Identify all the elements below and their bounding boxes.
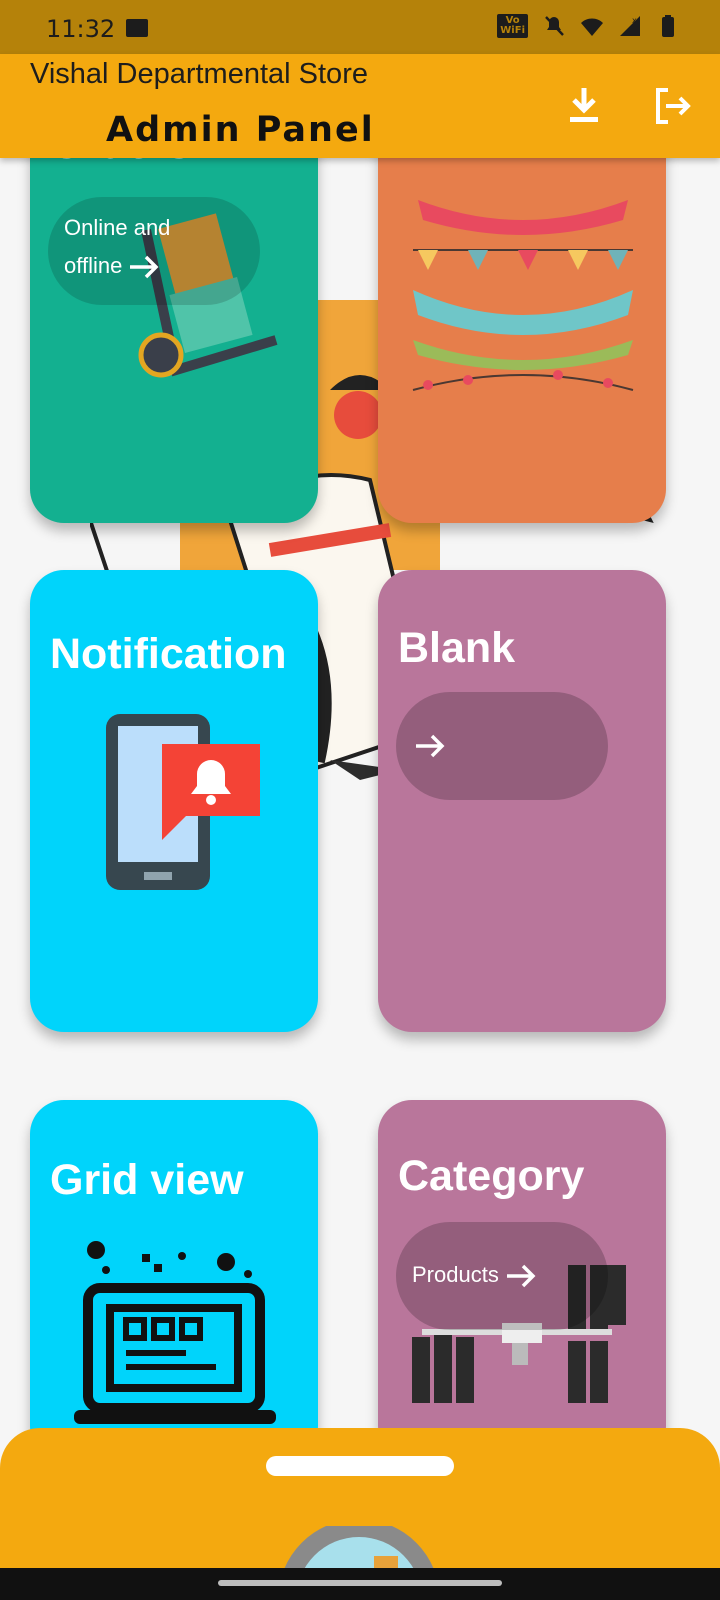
signal-icon: x [620,16,640,36]
blank-open-button[interactable] [396,692,608,800]
battery-icon [662,15,674,37]
status-icons: Vo WiFi x [497,14,680,38]
category-card[interactable]: Category Products [378,1100,666,1460]
grid-view-card[interactable]: Grid view [30,1100,318,1460]
card-title: Blank [398,624,516,672]
home-gesture-handle[interactable] [218,1580,502,1586]
vowifi-icon: Vo WiFi [497,14,528,38]
notification-card[interactable]: Notification [30,570,318,1032]
svg-text:x: x [632,16,637,25]
status-bar: 11:32 Vo WiFi x [0,0,720,54]
laptop-grid-icon [74,1241,276,1424]
status-time: 11:32 [46,15,116,43]
card-title: Grid view [50,1156,244,1204]
page-title: Admin Panel [106,110,375,150]
gallery-notification-icon [126,19,148,37]
bunting-decoration-icon [412,200,634,391]
mute-icon [545,16,564,36]
orders-card[interactable]: Orders Online and offline [30,110,318,523]
system-nav-bar [0,1568,720,1600]
phone-notification-icon [106,714,260,890]
orders-online-offline-button[interactable]: Online and offline [48,197,260,305]
store-name: Vishal Departmental Store [30,58,368,90]
blank-card[interactable]: Blank [378,570,666,1032]
arrow-right-icon [506,1264,536,1288]
arrow-right-icon [416,734,445,758]
app-bar: Vishal Departmental Store Admin Panel [0,54,720,158]
download-icon[interactable] [562,84,606,128]
wifi-icon [581,18,603,36]
card-title: Notification [50,630,287,678]
category-products-button[interactable]: Products [396,1222,608,1330]
bottom-sheet-handle[interactable] [266,1456,454,1476]
logout-icon[interactable] [650,84,694,128]
card-title: Category [398,1152,585,1200]
arrow-right-icon [130,255,159,279]
festive-card[interactable] [378,110,666,523]
